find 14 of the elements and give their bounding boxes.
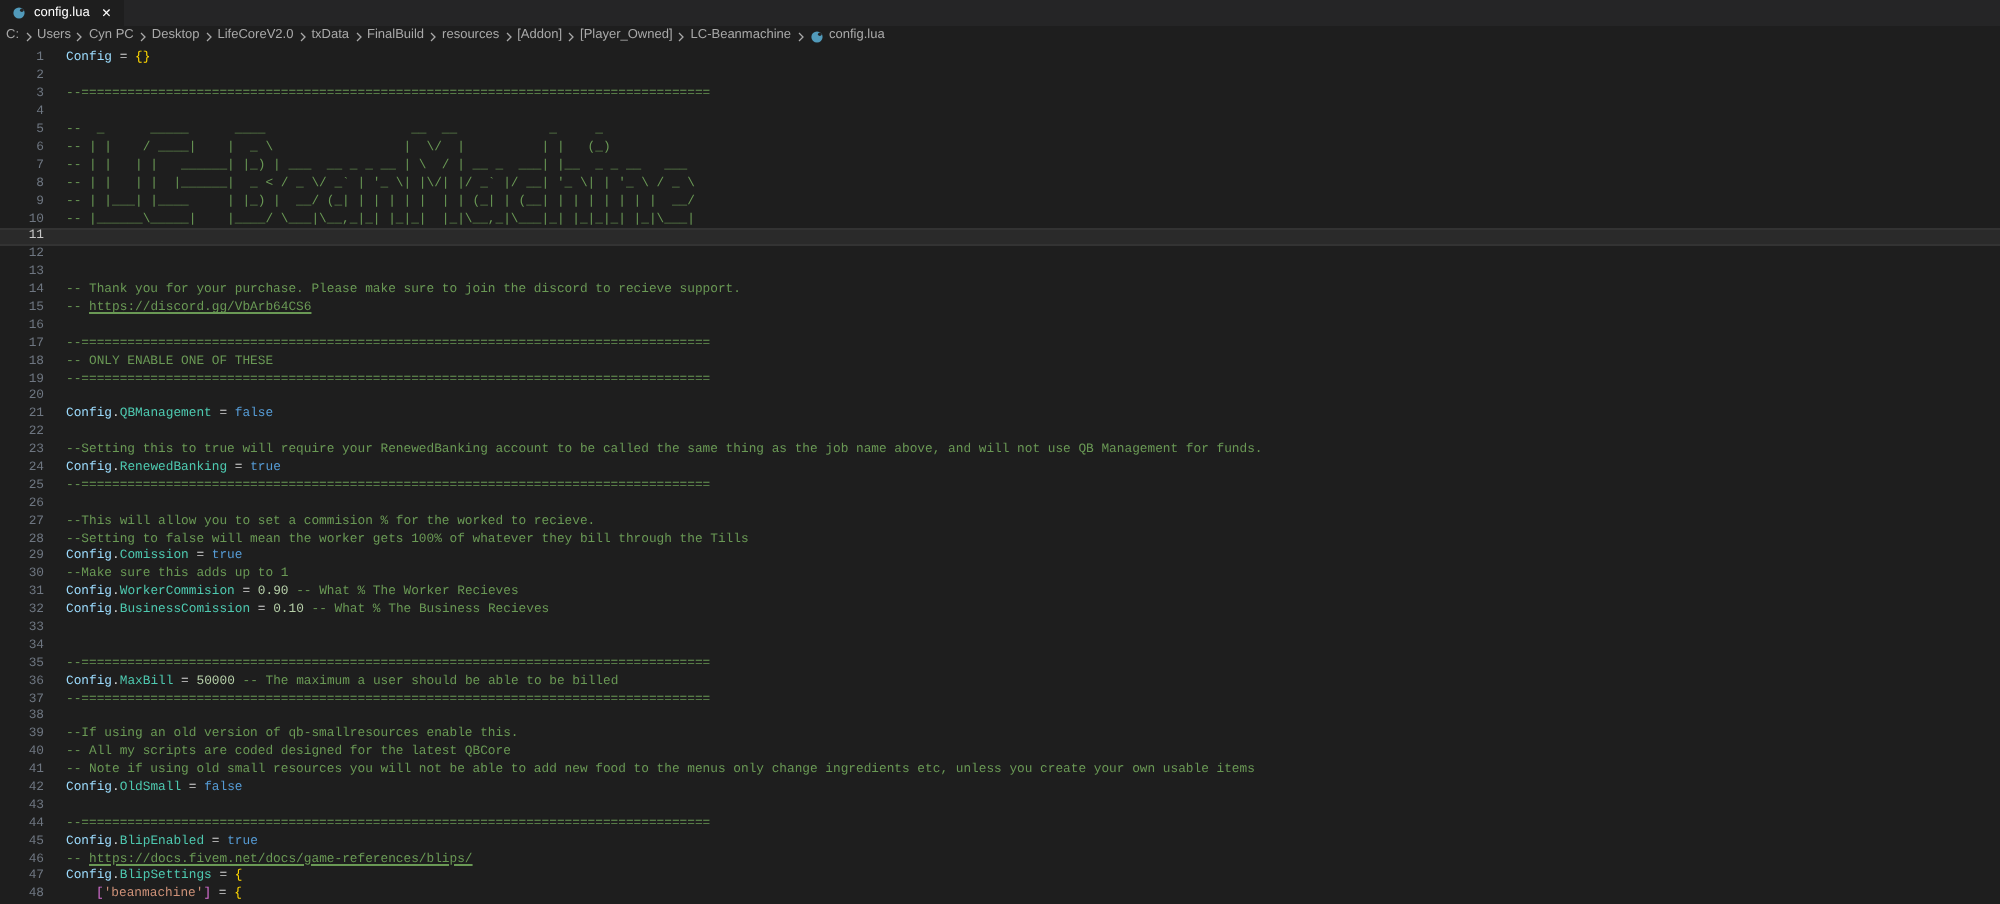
file-icon bbox=[12, 6, 26, 20]
file-icon bbox=[809, 29, 823, 44]
chevron-icon bbox=[797, 31, 803, 42]
chevron-icon bbox=[139, 31, 146, 42]
chevron-icon bbox=[205, 31, 212, 42]
chevron-icon bbox=[299, 31, 306, 42]
chevron-icon bbox=[678, 31, 685, 42]
chevron-icon bbox=[505, 31, 512, 42]
chevron-icon bbox=[25, 31, 31, 42]
chevron-icon bbox=[355, 31, 361, 42]
chevron-icon bbox=[76, 31, 83, 42]
close-icon[interactable]: × bbox=[101, 5, 111, 21]
chevron-icon bbox=[568, 31, 575, 42]
chevron-icon bbox=[430, 31, 437, 42]
